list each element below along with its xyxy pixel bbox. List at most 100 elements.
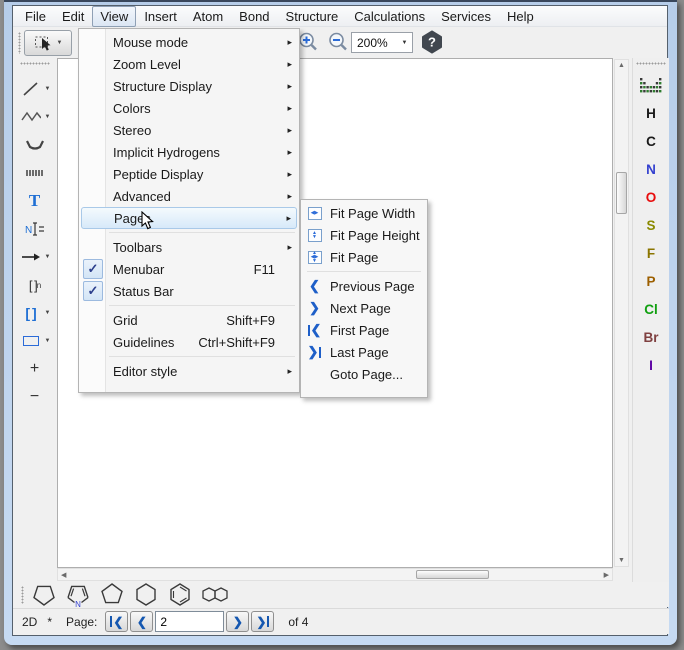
element-H[interactable]: H bbox=[633, 99, 669, 127]
horizontal-scrollbar[interactable]: ◀ ▶ bbox=[57, 568, 613, 581]
menu-calculations[interactable]: Calculations bbox=[346, 6, 433, 27]
chain-tool[interactable]: ▼ bbox=[13, 103, 56, 131]
menu-item-label: Stereo bbox=[113, 123, 151, 138]
multiple-bond-tool[interactable] bbox=[13, 159, 56, 187]
repeat-group-tool[interactable]: [ ]n bbox=[13, 271, 56, 299]
submenu-item-fit-page-height[interactable]: ▲▼ Fit Page Height bbox=[301, 224, 427, 246]
template-pyrrole[interactable]: N bbox=[64, 582, 92, 607]
arrow-dropdown-icon[interactable]: ▼ bbox=[45, 254, 51, 260]
submenu-item-fit-page-width[interactable]: ◀▶ Fit Page Width bbox=[301, 202, 427, 224]
template-cyclopentane[interactable] bbox=[98, 582, 126, 607]
element-O[interactable]: O bbox=[633, 183, 669, 211]
submenu-item-next-page[interactable]: ❯ Next Page bbox=[301, 297, 427, 319]
next-page-button[interactable]: ❯ bbox=[226, 611, 249, 632]
horizontal-scrollbar-thumb[interactable] bbox=[416, 570, 489, 579]
arrow-tool[interactable]: ▼ bbox=[13, 243, 56, 271]
rectangle-dropdown-icon[interactable]: ▼ bbox=[45, 338, 51, 344]
menu-item-peptide-display[interactable]: Peptide Display ▸ bbox=[81, 163, 297, 185]
submenu-item-previous-page[interactable]: ❮ Previous Page bbox=[301, 275, 427, 297]
element-Br[interactable]: Br bbox=[633, 323, 669, 351]
left-toolbar-grip[interactable] bbox=[20, 62, 50, 65]
scroll-left-icon[interactable]: ◀ bbox=[61, 571, 66, 579]
menu-item-mouse-mode[interactable]: Mouse mode ▸ bbox=[81, 31, 297, 53]
combobox-dropdown-icon[interactable]: ▼ bbox=[397, 40, 412, 46]
app-content: File Edit View Insert Atom Bond Structur… bbox=[12, 5, 668, 636]
menu-item-editor-style[interactable]: Editor style ▸ bbox=[81, 360, 297, 382]
menu-item-structure-display[interactable]: Structure Display ▸ bbox=[81, 75, 297, 97]
template-fused-rings[interactable] bbox=[200, 585, 232, 605]
element-palette-grip[interactable] bbox=[636, 62, 666, 65]
element-S[interactable]: S bbox=[633, 211, 669, 239]
element-Cl[interactable]: Cl bbox=[633, 295, 669, 323]
menu-item-implicit-hydrogens[interactable]: Implicit Hydrogens ▸ bbox=[81, 141, 297, 163]
text-tool[interactable]: T bbox=[13, 187, 56, 215]
scroll-down-icon[interactable]: ▼ bbox=[615, 557, 628, 564]
chain-dropdown-icon[interactable]: ▼ bbox=[45, 114, 51, 120]
menu-edit[interactable]: Edit bbox=[54, 6, 92, 27]
scroll-up-icon[interactable]: ▲ bbox=[615, 62, 628, 69]
scroll-right-icon[interactable]: ▶ bbox=[604, 571, 609, 579]
menu-view[interactable]: View bbox=[92, 6, 136, 27]
bond-tool[interactable]: ▼ bbox=[13, 75, 56, 103]
element-P[interactable]: P bbox=[633, 267, 669, 295]
bracket-tool[interactable]: [ ] ▼ bbox=[13, 299, 56, 327]
menu-insert[interactable]: Insert bbox=[136, 6, 185, 27]
menu-separator bbox=[109, 356, 295, 357]
menu-bond[interactable]: Bond bbox=[231, 6, 277, 27]
template-bar-grip[interactable] bbox=[21, 586, 24, 604]
vertical-scrollbar-thumb[interactable] bbox=[616, 172, 627, 214]
menu-services[interactable]: Services bbox=[433, 6, 499, 27]
menu-item-status-bar[interactable]: ✓ Status Bar bbox=[81, 280, 297, 302]
arc-tool[interactable] bbox=[13, 131, 56, 159]
toolbar-grip[interactable] bbox=[18, 32, 21, 54]
increase-charge-tool[interactable]: + bbox=[13, 355, 56, 383]
zoom-level-combobox[interactable]: 200% ▼ bbox=[351, 32, 413, 53]
menu-item-toolbars[interactable]: Toolbars ▸ bbox=[81, 236, 297, 258]
menu-item-grid[interactable]: Grid Shift+F9 bbox=[81, 309, 297, 331]
selection-tool-button[interactable]: ▼ bbox=[24, 30, 72, 56]
bracket-dropdown-icon[interactable]: ▼ bbox=[45, 310, 51, 316]
template-cyclopentane-down[interactable] bbox=[30, 582, 58, 607]
zoom-out-icon[interactable] bbox=[327, 31, 350, 54]
element-C[interactable]: C bbox=[633, 127, 669, 155]
previous-page-button[interactable]: ❮ bbox=[130, 611, 153, 632]
menu-structure[interactable]: Structure bbox=[278, 6, 347, 27]
menu-item-advanced[interactable]: Advanced ▸ bbox=[81, 185, 297, 207]
last-page-button[interactable]: ❯ bbox=[251, 611, 274, 632]
rectangle-tool[interactable]: ▼ bbox=[13, 327, 56, 355]
page-number-input[interactable] bbox=[155, 611, 224, 632]
selection-dropdown-icon[interactable]: ▼ bbox=[57, 40, 63, 46]
menu-item-stereo[interactable]: Stereo ▸ bbox=[81, 119, 297, 141]
check-icon: ✓ bbox=[83, 259, 103, 279]
menu-item-menubar[interactable]: ✓ Menubar F11 bbox=[81, 258, 297, 280]
template-cyclohexane[interactable] bbox=[132, 582, 160, 607]
menu-item-label: Implicit Hydrogens bbox=[113, 145, 220, 160]
bond-dropdown-icon[interactable]: ▼ bbox=[45, 86, 51, 92]
template-benzene[interactable] bbox=[166, 582, 194, 607]
element-F[interactable]: F bbox=[633, 239, 669, 267]
menu-item-pages[interactable]: Pages ▸ bbox=[81, 207, 297, 229]
element-I[interactable]: I bbox=[633, 351, 669, 379]
submenu-item-last-page[interactable]: ❯ Goto Page... Last Page bbox=[301, 341, 427, 363]
submenu-item-fit-page[interactable]: ▲◀▶▼ Fit Page bbox=[301, 246, 427, 268]
dimension-mode-label[interactable]: 2D bbox=[22, 615, 37, 629]
atom-label-tool[interactable]: N bbox=[13, 215, 56, 243]
zoom-level-value: 200% bbox=[352, 36, 397, 50]
element-N[interactable]: N bbox=[633, 155, 669, 183]
submenu-item-goto-page[interactable]: Goto Page... bbox=[301, 363, 427, 385]
decrease-charge-tool[interactable]: − bbox=[13, 383, 56, 411]
help-button[interactable]: ? bbox=[420, 30, 444, 59]
menu-item-zoom-level[interactable]: Zoom Level ▸ bbox=[81, 53, 297, 75]
menu-help[interactable]: Help bbox=[499, 6, 542, 27]
first-page-button[interactable]: ❮ bbox=[105, 611, 128, 632]
vertical-scrollbar[interactable]: ▲ ▼ bbox=[614, 59, 629, 567]
menu-item-guidelines[interactable]: Guidelines Ctrl+Shift+F9 bbox=[81, 331, 297, 353]
menu-atom[interactable]: Atom bbox=[185, 6, 231, 27]
zoom-in-icon[interactable] bbox=[297, 31, 320, 54]
menu-item-colors[interactable]: Colors ▸ bbox=[81, 97, 297, 119]
periodic-table-icon[interactable] bbox=[640, 71, 662, 99]
menu-item-label: Peptide Display bbox=[113, 167, 203, 182]
submenu-item-first-page[interactable]: ❮ First Page bbox=[301, 319, 427, 341]
menu-file[interactable]: File bbox=[17, 6, 54, 27]
minus-icon: − bbox=[23, 388, 47, 406]
